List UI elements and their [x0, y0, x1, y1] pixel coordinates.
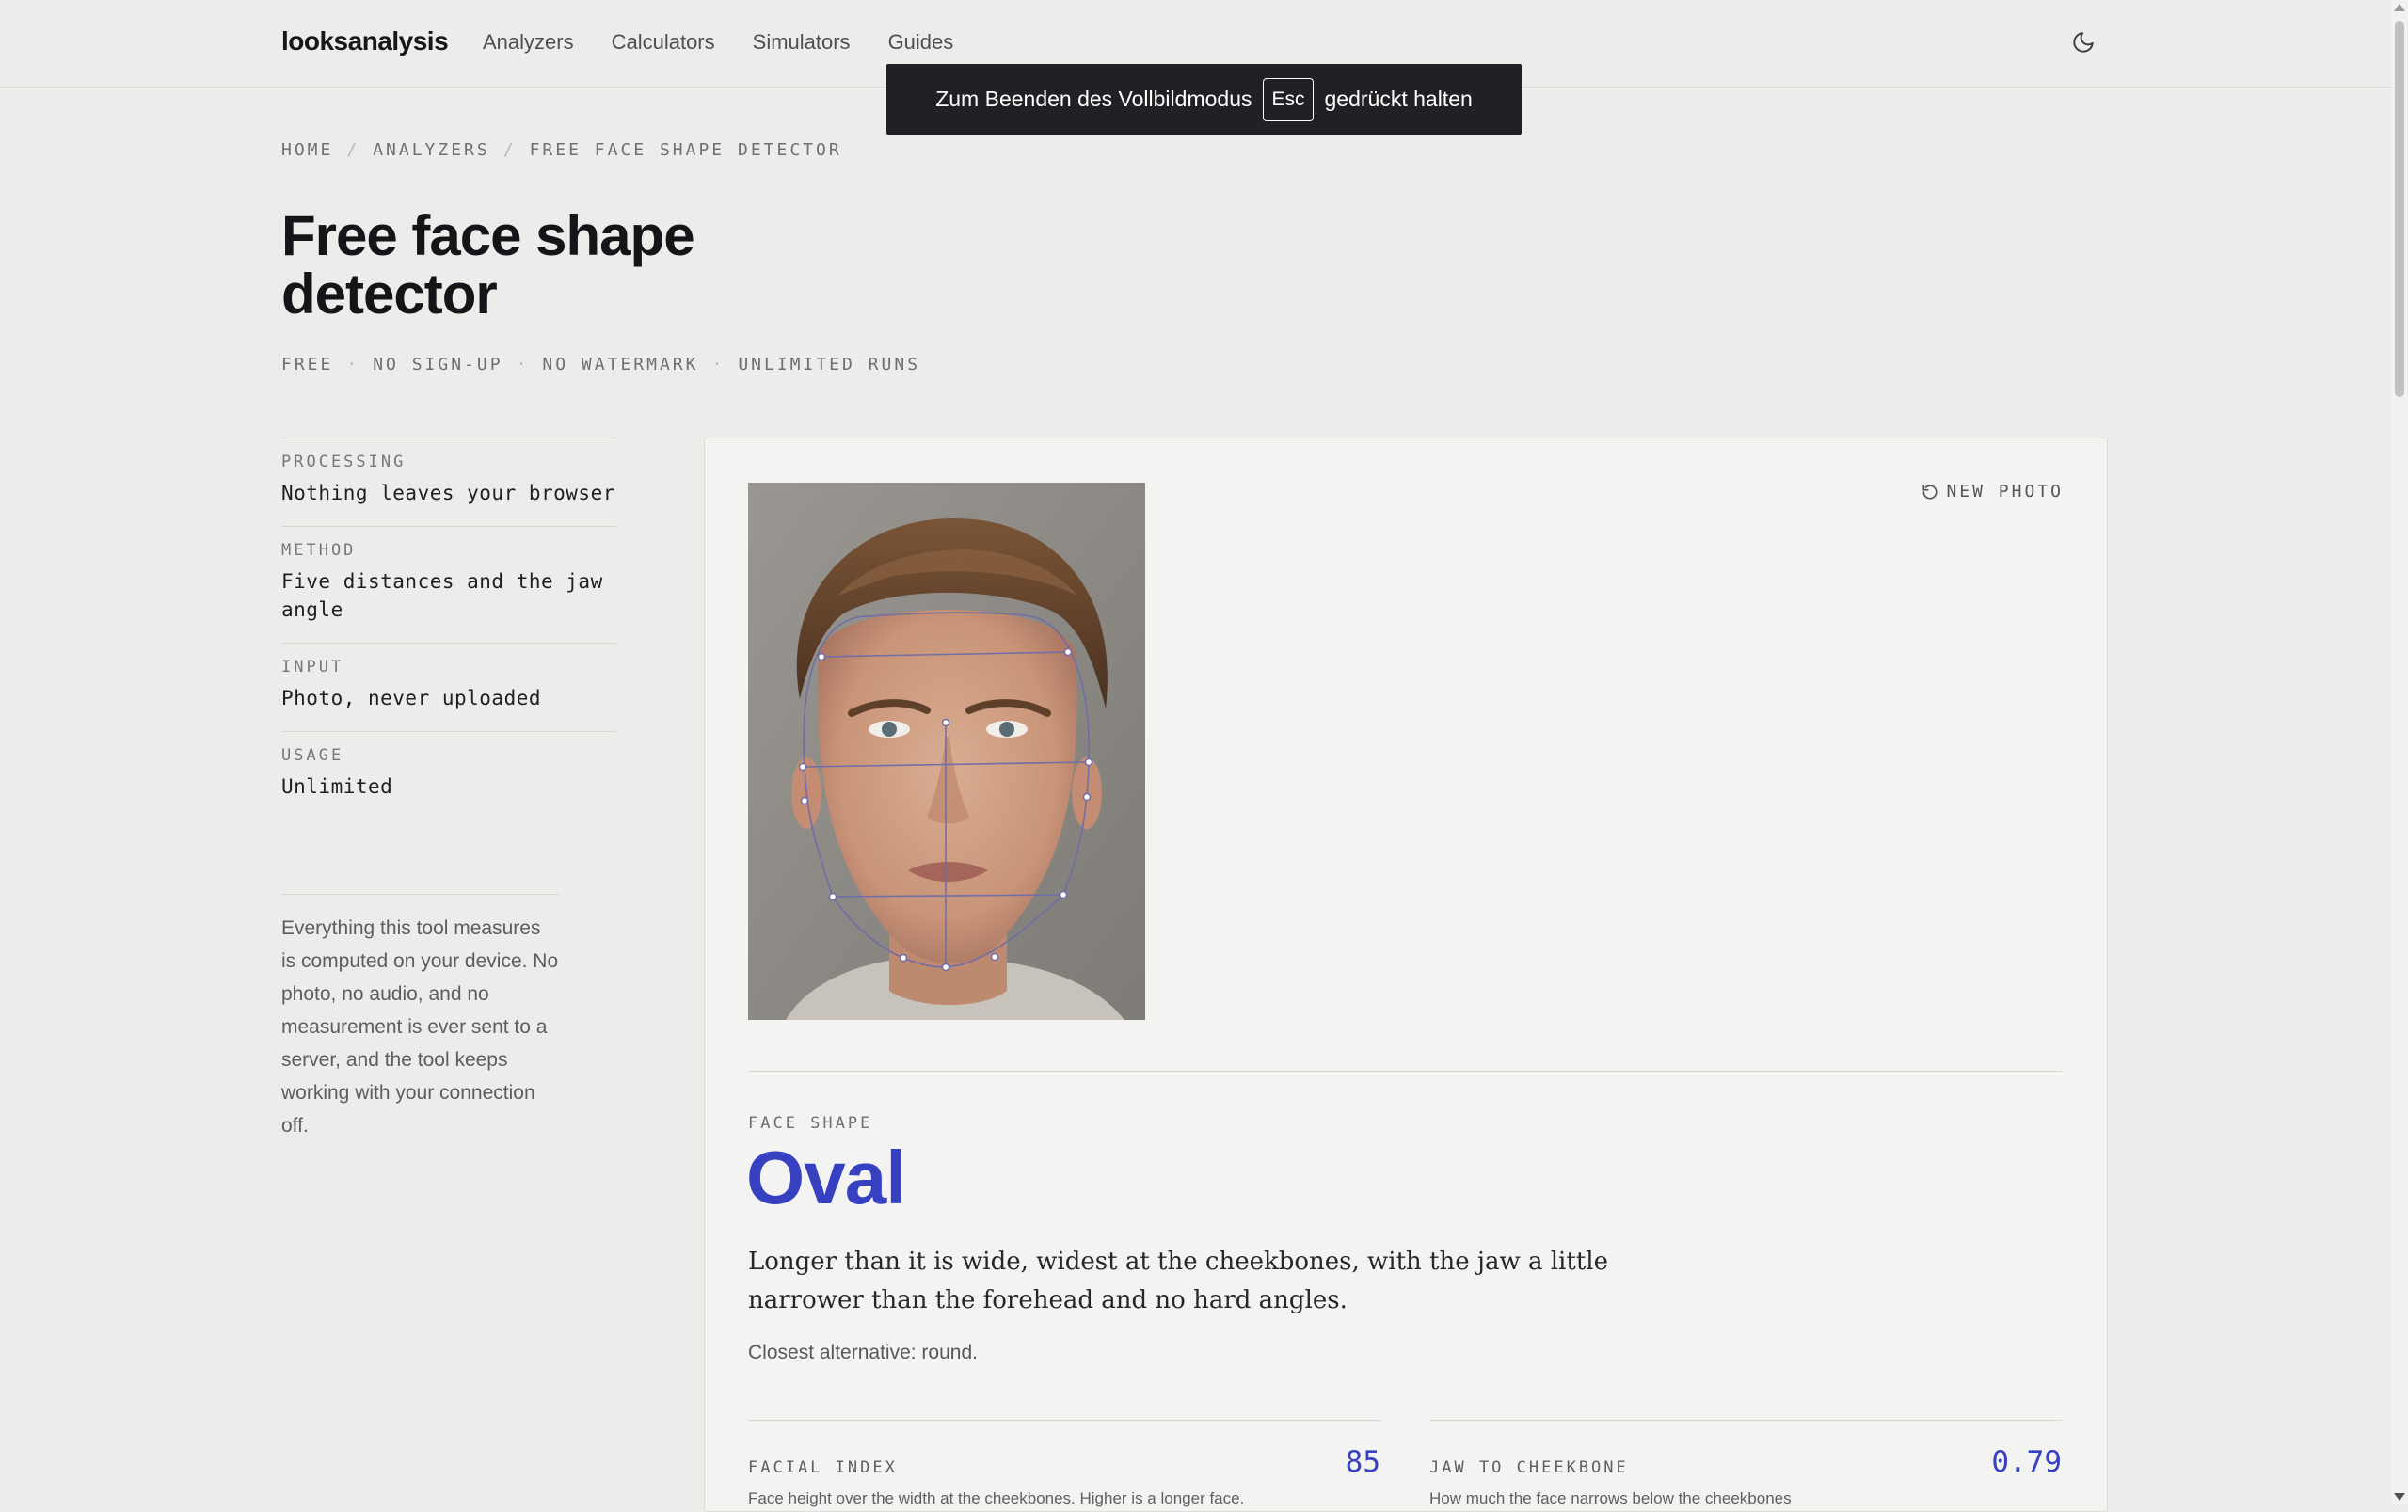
feature-no-signup: NO SIGN-UP [373, 355, 503, 374]
metric-label: FACIAL INDEX [748, 1458, 898, 1477]
spec-value: Unlimited [281, 775, 393, 798]
spec-label: USAGE [281, 746, 344, 765]
breadcrumb-analyzers[interactable]: ANALYZERS [373, 140, 490, 160]
feature-separator: · [711, 355, 726, 374]
scroll-down-arrow-icon[interactable] [2394, 1493, 2405, 1501]
face-shape-result: Oval [746, 1136, 906, 1219]
scrollbar-thumb[interactable] [2395, 21, 2404, 397]
metric-value: 0.79 [1991, 1445, 2062, 1479]
moon-icon [2073, 32, 2094, 53]
nav-analyzers[interactable]: Analyzers [483, 30, 574, 55]
nav-guides[interactable]: Guides [888, 30, 954, 55]
feature-free: FREE [281, 355, 334, 374]
breadcrumb-separator: / [346, 140, 360, 160]
metric-description: Face height over the width at the cheekb… [748, 1489, 1245, 1507]
spec-usage: USAGE Unlimited [281, 731, 616, 820]
uploaded-face-photo [748, 483, 1145, 1020]
metric-jaw-to-cheekbone: JAW TO CHEEKBONE 0.79 How much the face … [1429, 1420, 2062, 1507]
new-photo-button[interactable]: NEW PHOTO [1922, 482, 2064, 501]
refresh-icon [1922, 484, 1938, 500]
breadcrumb-current: FREE FACE SHAPE DETECTOR [529, 140, 842, 160]
breadcrumb-separator: / [502, 140, 517, 160]
feature-list: FREE · NO SIGN-UP · NO WATERMARK · UNLIM… [281, 355, 920, 374]
new-photo-label: NEW PHOTO [1946, 482, 2064, 501]
metric-description: How much the face narrows below the chee… [1429, 1489, 1792, 1507]
page-scrollbar[interactable] [2391, 0, 2408, 1504]
face-shape-tool-card: NEW PHOTO FACE SHAPE Oval Longer than it… [704, 438, 2108, 1512]
closest-alternative: Closest alternative: round. [748, 1342, 978, 1363]
nav-calculators[interactable]: Calculators [612, 30, 715, 55]
theme-toggle-button[interactable] [2071, 30, 2096, 55]
divider [748, 1071, 2062, 1072]
feature-separator: · [346, 355, 360, 374]
spec-input: INPUT Photo, never uploaded [281, 643, 616, 731]
feature-separator: · [516, 355, 530, 374]
nav-simulators[interactable]: Simulators [753, 30, 851, 55]
face-shape-description: Longer than it is wide, widest at the ch… [748, 1248, 1608, 1314]
spec-label: METHOD [281, 541, 357, 560]
breadcrumb: HOME / ANALYZERS / FREE FACE SHAPE DETEC… [281, 140, 842, 160]
metric-facial-index: FACIAL INDEX 85 Face height over the wid… [748, 1420, 1380, 1507]
spec-value: Photo, never uploaded [281, 687, 542, 709]
page-title: Free face shape detector [281, 204, 695, 326]
face-shape-label: FACE SHAPE [748, 1114, 873, 1133]
brand-logo[interactable]: looksanalysis [281, 26, 449, 56]
fullscreen-exit-notice: Zum Beenden des Vollbildmodus Esc gedrüc… [886, 64, 1522, 135]
feature-no-watermark: NO WATERMARK [542, 355, 699, 374]
scroll-up-arrow-icon[interactable] [2394, 4, 2405, 11]
esc-key-badge: Esc [1263, 77, 1314, 121]
spec-label: INPUT [281, 658, 344, 676]
spec-value: Nothing leaves your browser [281, 482, 615, 504]
tool-specs-sidebar: PROCESSING Nothing leaves your browser M… [281, 438, 616, 820]
metric-label: JAW TO CHEEKBONE [1429, 1458, 1629, 1477]
breadcrumb-home[interactable]: HOME [281, 140, 333, 160]
spec-method: METHOD Five distances and the jaw angle [281, 526, 616, 643]
face-landmark-overlay [748, 483, 1145, 1020]
fullscreen-notice-text-before: Zum Beenden des Vollbildmodus [935, 87, 1252, 111]
spec-label: PROCESSING [281, 453, 407, 471]
spec-value: Five distances and the jaw angle [281, 570, 603, 621]
main-nav: Analyzers Calculators Simulators Guides [483, 30, 953, 55]
metric-value: 85 [1345, 1445, 1380, 1479]
fullscreen-notice-text-after: gedrückt halten [1324, 87, 1473, 111]
privacy-note: Everything this tool measures is compute… [281, 894, 559, 1142]
spec-processing: PROCESSING Nothing leaves your browser [281, 438, 616, 526]
feature-unlimited-runs: UNLIMITED RUNS [738, 355, 921, 374]
